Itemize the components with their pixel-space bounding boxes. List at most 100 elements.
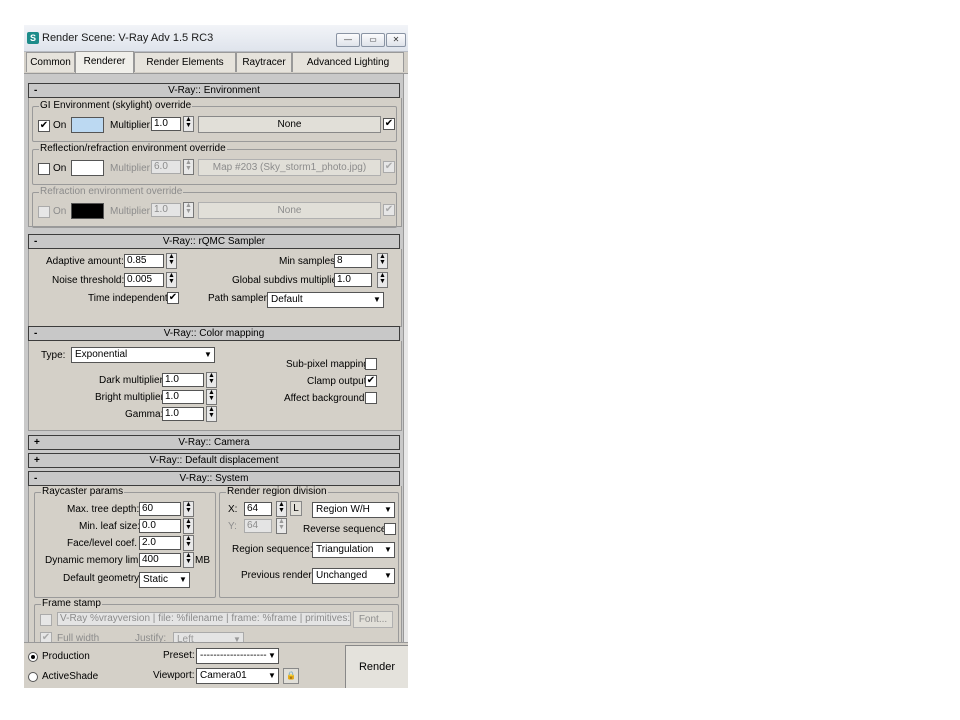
- region-x-input[interactable]: 64: [244, 502, 272, 516]
- lock-icon[interactable]: 🔒: [283, 668, 299, 684]
- default-geometry-value: Static: [143, 574, 169, 585]
- gi-map-button[interactable]: None: [198, 116, 381, 133]
- gi-multiplier-label: Multiplier:: [110, 120, 153, 131]
- minimize-button[interactable]: —: [336, 33, 360, 47]
- type-label: Type:: [41, 350, 66, 361]
- refr-on-checkbox[interactable]: [38, 206, 50, 218]
- path-sampler-label: Path sampler:: [208, 293, 270, 304]
- gi-on-checkbox[interactable]: ✔: [38, 120, 50, 132]
- frame-stamp-checkbox[interactable]: [40, 614, 52, 626]
- dark-multiplier-input[interactable]: 1.0: [162, 373, 204, 387]
- refl-map-button[interactable]: Map #203 (Sky_storm1_photo.jpg): [198, 159, 381, 176]
- adaptive-amount-input[interactable]: 0.85: [124, 254, 164, 268]
- tab-advanced-lighting[interactable]: Advanced Lighting: [292, 52, 404, 72]
- gi-multiplier-spinner[interactable]: ▲ ▼: [183, 116, 194, 132]
- face-level-coef-input[interactable]: 2.0: [139, 536, 181, 550]
- affect-background-checkbox[interactable]: [365, 392, 377, 404]
- gamma-spinner[interactable]: ▲ ▼: [206, 406, 217, 422]
- region-sequence-value: Triangulation: [316, 544, 374, 555]
- refr-map-button[interactable]: None: [198, 202, 381, 219]
- global-subdivs-spinner[interactable]: ▲ ▼: [377, 272, 388, 288]
- refl-map-checkbox[interactable]: ✔: [383, 161, 395, 173]
- refl-multiplier-label: Multiplier:: [110, 163, 153, 174]
- rollout-environment-body: GI Environment (skylight) override ✔ On …: [28, 98, 402, 228]
- noise-threshold-input[interactable]: 0.005: [124, 273, 164, 287]
- reverse-sequence-checkbox[interactable]: [384, 523, 396, 535]
- bright-multiplier-spinner[interactable]: ▲ ▼: [206, 389, 217, 405]
- close-button[interactable]: ✕: [386, 33, 406, 47]
- rollout-colormap-header[interactable]: - V-Ray:: Color mapping: [28, 326, 400, 341]
- refl-on-label: On: [53, 163, 67, 174]
- gamma-input[interactable]: 1.0: [162, 407, 204, 421]
- min-samples-input[interactable]: 8: [334, 254, 372, 268]
- dynamic-memory-input[interactable]: 400: [139, 553, 181, 567]
- tab-render-elements[interactable]: Render Elements: [134, 52, 236, 72]
- dynamic-memory-spinner[interactable]: ▲ ▼: [183, 552, 194, 568]
- chevron-down-icon: ▼: [384, 505, 392, 514]
- render-button[interactable]: Render: [345, 645, 408, 688]
- gi-map-checkbox[interactable]: ✔: [383, 118, 395, 130]
- region-wh-dropdown[interactable]: Region W/H ▼: [312, 502, 395, 518]
- noise-threshold-spinner[interactable]: ▲ ▼: [166, 272, 177, 288]
- rollout-camera-header[interactable]: + V-Ray:: Camera: [28, 435, 400, 450]
- min-leaf-size-input[interactable]: 0.0: [139, 519, 181, 533]
- production-radio[interactable]: [28, 652, 38, 662]
- region-lock-button[interactable]: L: [290, 501, 302, 516]
- tab-raytracer[interactable]: Raytracer: [236, 52, 292, 72]
- refr-multiplier-spinner[interactable]: ▲ ▼: [183, 202, 194, 218]
- region-y-input[interactable]: 64: [244, 519, 272, 533]
- subpixel-mapping-checkbox[interactable]: [365, 358, 377, 370]
- app-icon: S: [27, 32, 39, 44]
- min-leaf-size-spinner[interactable]: ▲ ▼: [183, 518, 194, 534]
- rollout-displacement-header[interactable]: + V-Ray:: Default displacement: [28, 453, 400, 468]
- refr-env-group: Refraction environment override On Multi…: [32, 186, 397, 228]
- frame-stamp-input[interactable]: V-Ray %vrayversion | file: %filename | f…: [57, 612, 351, 626]
- adaptive-amount-spinner[interactable]: ▲ ▼: [166, 253, 177, 269]
- refl-color-swatch[interactable]: [71, 160, 104, 176]
- font-button[interactable]: Font...: [353, 611, 393, 628]
- max-tree-depth-input[interactable]: 60: [139, 502, 181, 516]
- path-sampler-dropdown[interactable]: Default ▼: [267, 292, 384, 308]
- rollout-system-header[interactable]: - V-Ray:: System: [28, 471, 400, 486]
- clamp-output-checkbox[interactable]: ✔: [365, 375, 377, 387]
- refl-on-checkbox[interactable]: [38, 163, 50, 175]
- time-independent-label: Time independent: [88, 293, 168, 304]
- region-y-spinner[interactable]: ▲ ▼: [276, 518, 287, 534]
- min-samples-spinner[interactable]: ▲ ▼: [377, 253, 388, 269]
- preset-dropdown[interactable]: -------------------- ▼: [196, 648, 279, 664]
- rollout-environment-title: V-Ray:: Environment: [168, 85, 260, 96]
- refl-multiplier-input[interactable]: 6.0: [151, 160, 181, 174]
- activeshade-radio[interactable]: [28, 672, 38, 682]
- tab-renderer[interactable]: Renderer: [75, 51, 134, 73]
- panel-scrollbar[interactable]: [403, 74, 408, 642]
- title-bar[interactable]: S Render Scene: V-Ray Adv 1.5 RC3 — ▭ ✕: [24, 25, 408, 52]
- frame-stamp-group-label: Frame stamp: [41, 598, 102, 609]
- gi-env-group-label: GI Environment (skylight) override: [39, 100, 193, 111]
- reverse-sequence-label: Reverse sequence: [303, 524, 387, 535]
- previous-render-label: Previous render:: [241, 570, 315, 581]
- maximize-button[interactable]: ▭: [361, 33, 385, 47]
- max-tree-depth-spinner[interactable]: ▲ ▼: [183, 501, 194, 517]
- region-x-spinner[interactable]: ▲ ▼: [276, 501, 287, 517]
- gi-multiplier-input[interactable]: 1.0: [151, 117, 181, 131]
- rollout-environment-header[interactable]: - V-Ray:: Environment: [28, 83, 400, 98]
- viewport-dropdown[interactable]: Camera01 ▼: [196, 668, 279, 684]
- face-level-coef-spinner[interactable]: ▲ ▼: [183, 535, 194, 551]
- rollout-qmc-header[interactable]: - V-Ray:: rQMC Sampler: [28, 234, 400, 249]
- refr-map-checkbox[interactable]: ✔: [383, 204, 395, 216]
- bright-multiplier-input[interactable]: 1.0: [162, 390, 204, 404]
- region-sequence-dropdown[interactable]: Triangulation ▼: [312, 542, 395, 558]
- max-tree-depth-label: Max. tree depth:: [67, 504, 140, 515]
- previous-render-dropdown[interactable]: Unchanged ▼: [312, 568, 395, 584]
- gi-color-swatch[interactable]: [71, 117, 104, 133]
- default-geometry-dropdown[interactable]: Static ▼: [139, 572, 190, 588]
- time-independent-checkbox[interactable]: ✔: [167, 292, 179, 304]
- global-subdivs-input[interactable]: 1.0: [334, 273, 372, 287]
- tab-common[interactable]: Common: [26, 52, 75, 72]
- refr-multiplier-input[interactable]: 1.0: [151, 203, 181, 217]
- refl-multiplier-spinner[interactable]: ▲ ▼: [183, 159, 194, 175]
- refr-color-swatch[interactable]: [71, 203, 104, 219]
- rollout-colormap-body: Type: Exponential ▼ Dark multiplier: 1.0…: [28, 341, 402, 431]
- dark-multiplier-spinner[interactable]: ▲ ▼: [206, 372, 217, 388]
- type-dropdown[interactable]: Exponential ▼: [71, 347, 215, 363]
